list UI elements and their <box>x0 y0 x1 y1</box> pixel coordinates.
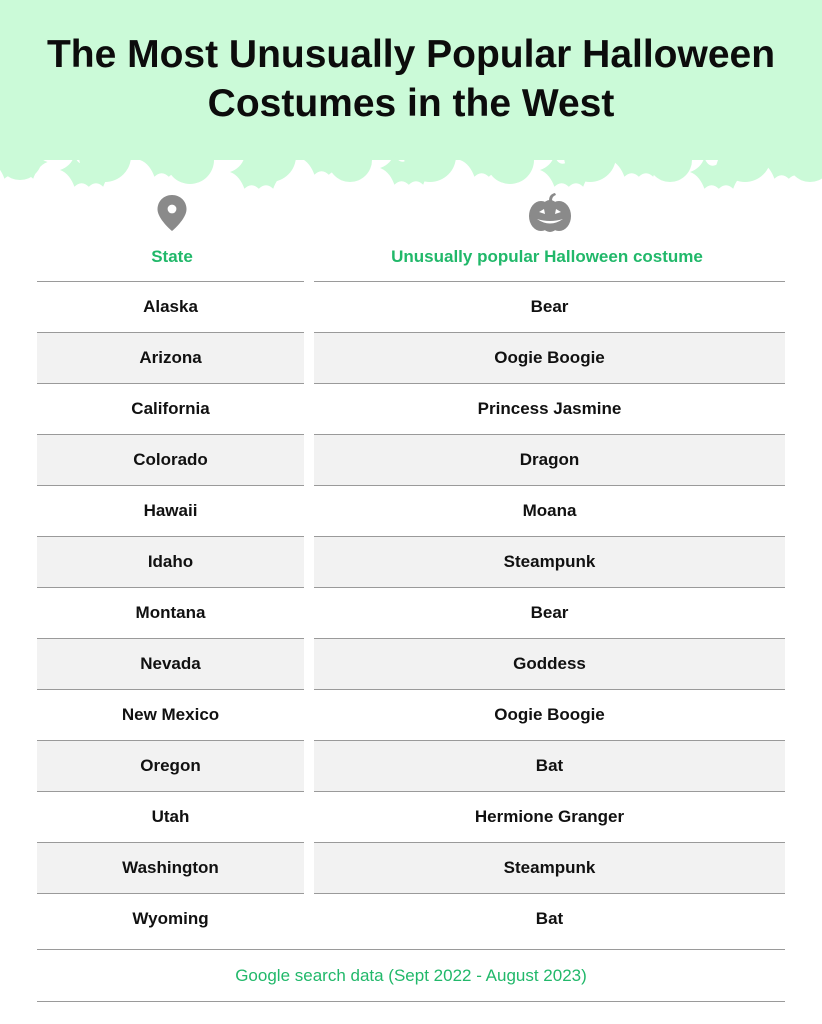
table-row: Arizona Oogie Boogie <box>0 332 822 383</box>
column-header-costume: Unusually popular Halloween costume <box>391 247 703 266</box>
cloud-shape <box>166 148 214 184</box>
table-row: Wyoming Bat <box>0 893 822 944</box>
pumpkin-icon <box>529 193 571 232</box>
table-row: New Mexico Oogie Boogie <box>0 689 822 740</box>
table-row: Hawaii Moana <box>0 485 822 536</box>
state-cell: New Mexico <box>37 689 304 740</box>
page-title-text: The Most Unusually Popular Halloween Cos… <box>46 33 776 125</box>
cloud-shape <box>328 148 372 182</box>
state-cell: Nevada <box>37 638 304 689</box>
costume-cell: Moana <box>314 485 785 536</box>
table-row: Nevada Goddess <box>0 638 822 689</box>
state-cell: California <box>37 383 304 434</box>
table-row: Utah Hermione Granger <box>0 791 822 842</box>
costume-cell: Bat <box>314 893 785 944</box>
costume-cell: Dragon <box>314 434 785 485</box>
state-cell: Utah <box>37 791 304 842</box>
cloud-shape <box>788 148 822 182</box>
state-cell: Oregon <box>37 740 304 791</box>
state-cell: Idaho <box>37 536 304 587</box>
cloud-shape <box>0 148 42 180</box>
costume-cell: Steampunk <box>314 536 785 587</box>
location-pin-icon <box>157 195 187 231</box>
costume-cell: Oogie Boogie <box>314 332 785 383</box>
cloud-shape <box>648 148 692 182</box>
state-cell: Montana <box>37 587 304 638</box>
costume-cell: Hermione Granger <box>314 791 785 842</box>
state-cell: Arizona <box>37 332 304 383</box>
table-row: California Princess Jasmine <box>0 383 822 434</box>
costume-cell: Oogie Boogie <box>314 689 785 740</box>
costume-cell: Princess Jasmine <box>314 383 785 434</box>
costume-table: Alaska Bear Arizona Oogie Boogie California P… <box>0 281 822 944</box>
state-cell: Alaska <box>37 281 304 332</box>
page-title: The Most Unusually Popular Halloween Cos… <box>0 30 822 128</box>
state-cell: Hawaii <box>37 485 304 536</box>
bat-silhouette-border <box>0 148 822 189</box>
costume-cell: Bat <box>314 740 785 791</box>
table-row: Idaho Steampunk <box>0 536 822 587</box>
costume-cell: Goddess <box>314 638 785 689</box>
cloud-shape <box>486 148 534 184</box>
table-row: Montana Bear <box>0 587 822 638</box>
table-row: Colorado Dragon <box>0 434 822 485</box>
state-cell: Washington <box>37 842 304 893</box>
costume-cell: Steampunk <box>314 842 785 893</box>
state-cell: Colorado <box>37 434 304 485</box>
costume-cell: Bear <box>314 587 785 638</box>
table-row: Washington Steampunk <box>0 842 822 893</box>
costume-cell: Bear <box>314 281 785 332</box>
table-row: Oregon Bat <box>0 740 822 791</box>
column-header-state: State <box>151 247 193 266</box>
table-row: Alaska Bear <box>0 281 822 332</box>
state-cell: Wyoming <box>37 893 304 944</box>
source-note: Google search data (Sept 2022 - August 2… <box>37 949 785 1002</box>
